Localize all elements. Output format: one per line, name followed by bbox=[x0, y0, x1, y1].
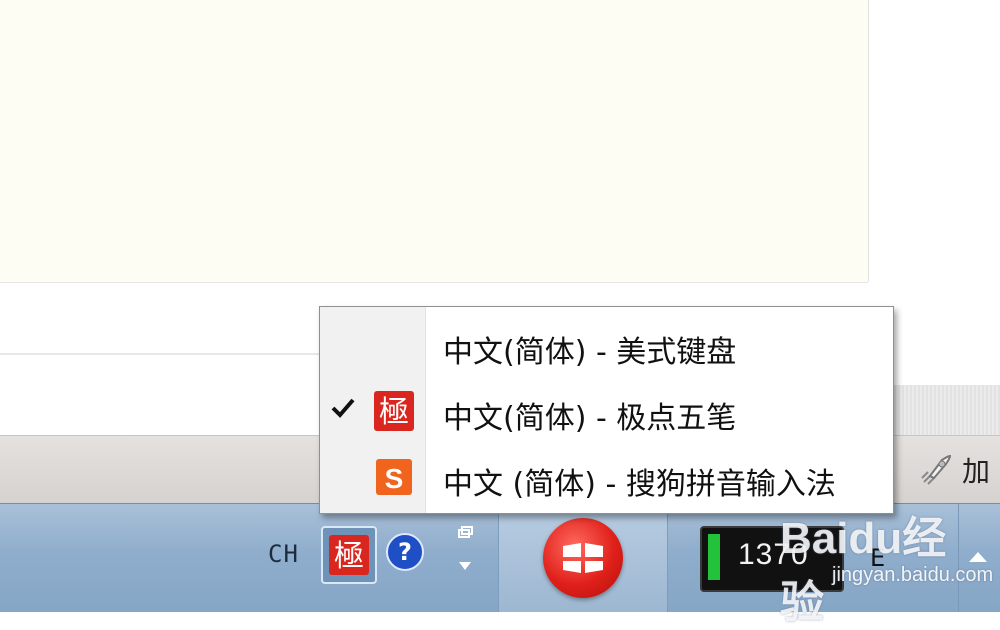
menu-item-sogou-pinyin[interactable]: S 中文 (简体) - 搜狗拼音输入法 bbox=[320, 445, 893, 509]
jidian-ime-icon: 極 bbox=[374, 391, 414, 431]
svg-text:S: S bbox=[385, 463, 404, 494]
taskbar: CH 極 ? 1370 E bbox=[0, 503, 1000, 612]
jidian-ime-icon: 極 bbox=[329, 535, 369, 575]
battery-meter[interactable]: 1370 bbox=[700, 526, 844, 592]
ime-tray-button[interactable]: 極 bbox=[321, 526, 377, 584]
language-indicator[interactable]: CH bbox=[268, 540, 299, 568]
tray-extra-icon[interactable]: E bbox=[870, 544, 885, 572]
svg-text:?: ? bbox=[398, 538, 412, 566]
taskbar-app-button[interactable] bbox=[498, 504, 668, 612]
help-icon[interactable]: ? bbox=[385, 532, 425, 572]
menu-item-label: 中文 (简体) - 搜狗拼音输入法 bbox=[443, 467, 836, 502]
battery-text: 1370 bbox=[738, 538, 809, 571]
rocket-icon[interactable] bbox=[916, 450, 956, 490]
battery-level-bar bbox=[708, 534, 720, 580]
svg-text:極: 極 bbox=[379, 395, 409, 430]
menu-item-label: 中文(简体) - 美式键盘 bbox=[443, 335, 737, 370]
restore-icon[interactable] bbox=[455, 526, 475, 578]
menu-item-us-keyboard[interactable]: 中文(简体) - 美式键盘 bbox=[320, 313, 893, 377]
input-method-menu: 中文(简体) - 美式键盘 極 中文(简体) - 极点五笔 S 中文 (简体) … bbox=[319, 306, 894, 514]
menu-item-label: 中文(简体) - 极点五笔 bbox=[443, 401, 737, 436]
document-area bbox=[0, 0, 869, 282]
menu-item-jidian-wubi[interactable]: 極 中文(简体) - 极点五笔 bbox=[320, 379, 893, 443]
sogou-ime-icon: S bbox=[376, 459, 412, 495]
show-hidden-icons-icon[interactable] bbox=[966, 546, 990, 566]
svg-text:極: 極 bbox=[334, 539, 364, 574]
status-bar-label: 加 bbox=[962, 455, 991, 488]
tray-divider bbox=[958, 504, 959, 612]
status-bar-right[interactable]: 加 bbox=[910, 436, 1000, 504]
app-logo-icon bbox=[543, 518, 623, 598]
checkmark-icon bbox=[331, 398, 355, 418]
